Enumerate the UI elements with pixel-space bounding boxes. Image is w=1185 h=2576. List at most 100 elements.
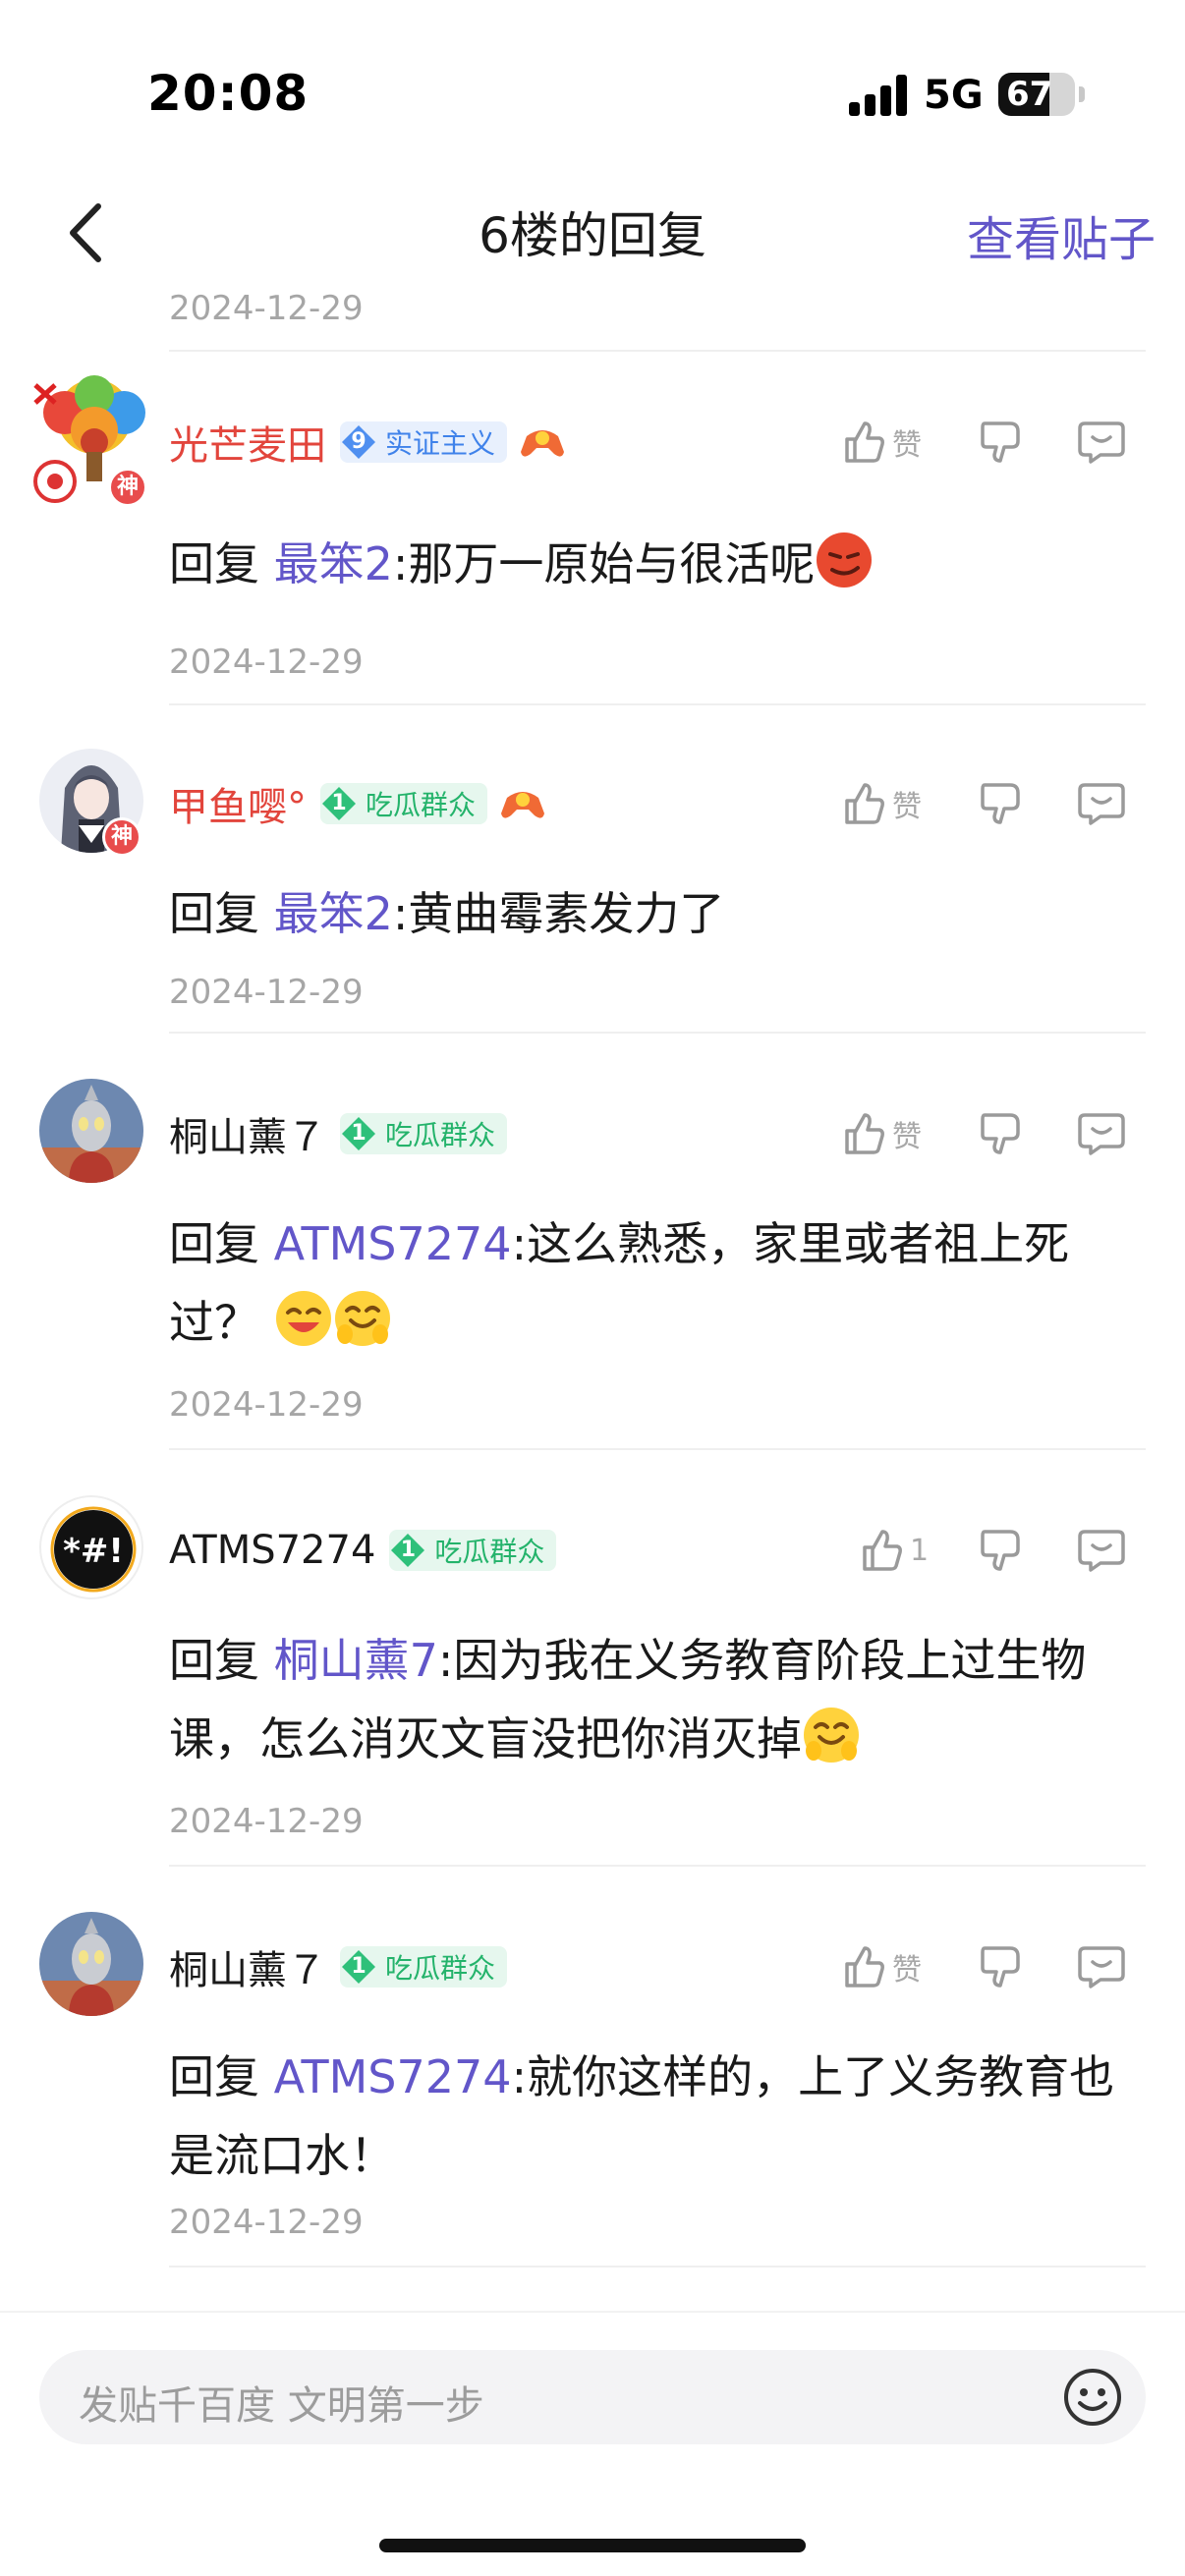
comment-date: 2024-12-29 bbox=[169, 2203, 364, 2242]
reply-prefix: 回复 bbox=[169, 1217, 259, 1270]
like-count: 赞 bbox=[892, 790, 922, 824]
view-post-link[interactable]: 查看贴子 bbox=[967, 200, 1156, 269]
dislike-button[interactable] bbox=[979, 413, 1024, 472]
comment-date: 2024-12-29 bbox=[169, 1385, 364, 1425]
mention-link[interactable]: 最笨2 bbox=[274, 887, 393, 940]
like-button[interactable]: 赞 bbox=[841, 1104, 922, 1163]
mention-link[interactable]: ATMS7274 bbox=[274, 2050, 512, 2103]
smiley-icon[interactable] bbox=[1061, 2366, 1124, 2429]
like-count: 赞 bbox=[892, 1120, 922, 1154]
avatar-image bbox=[39, 1079, 143, 1183]
badge-title: 实证主义 bbox=[385, 427, 496, 460]
compose-input[interactable]: 发贴千百度 文明第一步 bbox=[39, 2350, 1146, 2444]
god-badge: 神 bbox=[108, 468, 147, 507]
mention-link[interactable]: 桐山薰7 bbox=[274, 1634, 438, 1687]
gem-icon: 1 bbox=[320, 785, 358, 822]
level-number: 1 bbox=[351, 1121, 367, 1146]
like-button[interactable]: 赞 bbox=[841, 413, 922, 472]
level-number: 9 bbox=[351, 429, 367, 454]
thumbs-down-icon bbox=[981, 421, 1020, 463]
level-number: 1 bbox=[331, 791, 347, 815]
comment-date: 2024-12-29 bbox=[169, 643, 364, 682]
level-badge: 1 吃瓜群众 bbox=[340, 1113, 508, 1154]
level-badge: 1 吃瓜群众 bbox=[320, 783, 488, 824]
reply-body: :黄曲霉素发力了 bbox=[392, 887, 725, 940]
badge-title: 吃瓜群众 bbox=[434, 1536, 545, 1568]
like-button[interactable]: 赞 bbox=[841, 1937, 922, 1996]
dislike-button[interactable] bbox=[979, 1104, 1024, 1163]
gamepad-icon bbox=[521, 430, 565, 457]
cellular-signal-icon bbox=[849, 75, 908, 116]
reply-prefix: 回复 bbox=[169, 537, 259, 590]
mention-link[interactable]: ATMS7274 bbox=[274, 1217, 512, 1270]
avatar[interactable] bbox=[39, 1912, 143, 2016]
smirk-emoji-icon bbox=[817, 532, 873, 588]
thumbs-up-icon bbox=[845, 1113, 884, 1154]
username[interactable]: ATMS7274 bbox=[169, 1528, 375, 1573]
chat-bubble-icon bbox=[1078, 421, 1125, 464]
battery-cap bbox=[1079, 86, 1085, 102]
gem-icon: 1 bbox=[340, 1115, 377, 1152]
avatar[interactable]: 神 bbox=[26, 373, 159, 507]
username[interactable]: 甲鱼嘤° bbox=[169, 775, 307, 832]
comment-actions: 赞 bbox=[831, 413, 1185, 472]
gem-icon: 9 bbox=[340, 423, 377, 461]
reply-button[interactable] bbox=[1077, 1104, 1126, 1163]
user-row: ATMS7274 1 吃瓜群众 bbox=[169, 1521, 557, 1580]
avatar-image: *#! bbox=[50, 1506, 137, 1593]
reply-thread-page: 20:08 5G 67 6楼的回复 查看贴子 2024-12-29 神 光芒麦田… bbox=[0, 0, 1185, 2576]
username[interactable]: 桐山薰７ bbox=[169, 1938, 326, 1995]
user-row: 光芒麦田 9 实证主义 bbox=[169, 413, 566, 472]
avatar-image bbox=[39, 1912, 143, 2016]
reply-button[interactable] bbox=[1077, 774, 1126, 833]
dislike-button[interactable] bbox=[979, 1937, 1024, 1996]
comment-date: 2024-12-29 bbox=[169, 973, 364, 1012]
comment-actions: 赞 bbox=[831, 1937, 1185, 1996]
gem-icon: 1 bbox=[340, 1948, 377, 1986]
badge-title: 吃瓜群众 bbox=[366, 789, 477, 821]
comment-actions: 赞 bbox=[831, 1104, 1185, 1163]
reply-button[interactable] bbox=[1077, 413, 1126, 472]
level-badge: 1 吃瓜群众 bbox=[340, 1946, 508, 1988]
reply-button[interactable] bbox=[1077, 1937, 1126, 1996]
reply-text: 回复 ATMS7274:这么熟悉，家里或者祖上死过？ bbox=[169, 1204, 1146, 1362]
level-badge: 1 吃瓜群众 bbox=[389, 1530, 557, 1571]
user-row: 甲鱼嘤° 1 吃瓜群众 bbox=[169, 774, 546, 833]
chat-bubble-icon bbox=[1078, 1113, 1125, 1155]
avatar[interactable]: *#! bbox=[39, 1495, 143, 1599]
reply-text: 回复 最笨2:那万一原始与很活呢 bbox=[169, 525, 1146, 603]
gem-icon: 1 bbox=[389, 1532, 426, 1569]
thumbs-down-icon bbox=[981, 1946, 1020, 1988]
level-number: 1 bbox=[351, 1954, 367, 1979]
thumbs-down-icon bbox=[981, 783, 1020, 824]
chat-bubble-icon bbox=[1078, 1946, 1125, 1988]
status-bar: 20:08 5G 67 bbox=[0, 0, 1185, 187]
dislike-button[interactable] bbox=[979, 1521, 1024, 1580]
avatar[interactable] bbox=[39, 1079, 143, 1183]
chat-bubble-icon bbox=[1078, 1530, 1125, 1572]
mention-link[interactable]: 最笨2 bbox=[274, 537, 393, 590]
comment-actions: 赞 bbox=[831, 774, 1185, 833]
reply-body: :那万一原始与很活呢 bbox=[392, 537, 816, 590]
username[interactable]: 光芒麦田 bbox=[169, 414, 326, 471]
badge-title: 吃瓜群众 bbox=[385, 1952, 496, 1985]
thumbs-down-icon bbox=[981, 1113, 1020, 1154]
dislike-button[interactable] bbox=[979, 774, 1024, 833]
level-number: 1 bbox=[400, 1538, 417, 1562]
battery-icon: 67 bbox=[998, 73, 1075, 116]
thumbs-up-icon bbox=[845, 1946, 884, 1988]
like-button[interactable]: 赞 bbox=[841, 774, 922, 833]
divider bbox=[169, 1448, 1146, 1450]
like-button[interactable]: 1 bbox=[859, 1521, 929, 1580]
god-badge: 神 bbox=[102, 817, 141, 857]
reply-button[interactable] bbox=[1077, 1521, 1126, 1580]
network-type: 5G bbox=[924, 73, 984, 118]
like-count: 赞 bbox=[892, 428, 922, 463]
comment-date: 2024-12-29 bbox=[169, 1802, 364, 1841]
laugh-emoji-icon bbox=[804, 1708, 859, 1763]
comment-actions: 1 bbox=[831, 1521, 1185, 1580]
reply-prefix: 回复 bbox=[169, 1634, 259, 1687]
divider bbox=[169, 1865, 1146, 1867]
user-row: 桐山薰７ 1 吃瓜群众 bbox=[169, 1104, 508, 1163]
username[interactable]: 桐山薰７ bbox=[169, 1105, 326, 1162]
